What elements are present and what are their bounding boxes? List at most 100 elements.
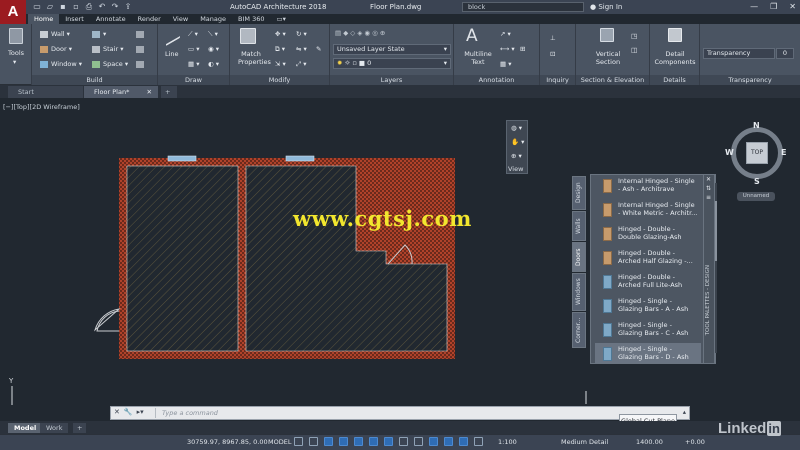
multiline-text-label[interactable]: Multiline Text	[458, 50, 498, 66]
vertical-section-label[interactable]: Vertical Section	[590, 50, 626, 66]
minimize-button[interactable]: —	[750, 2, 758, 11]
wall-tool[interactable]: Wall ▾	[40, 30, 70, 38]
section-elevation-panel-title[interactable]: Section & Elevation	[576, 75, 649, 85]
detail-components-label[interactable]: Detail Components	[654, 50, 696, 66]
tab-view[interactable]: View	[167, 14, 194, 24]
tools-label[interactable]: Tools	[8, 49, 24, 57]
move-icon[interactable]: ✥ ▾	[275, 30, 286, 38]
detail-components-icon[interactable]	[668, 28, 682, 42]
arc-icon[interactable]: ◉ ▾	[208, 45, 219, 53]
rectangle-icon[interactable]: ▭ ▾	[188, 45, 199, 53]
polyline-icon[interactable]: ⟋ ▾	[188, 30, 198, 38]
steering-wheel-icon[interactable]: ◍ ▾	[511, 124, 522, 132]
tab-manage[interactable]: Manage	[194, 14, 232, 24]
floor-plan[interactable]	[94, 155, 455, 359]
object-snap-tracking-icon[interactable]	[369, 437, 378, 446]
tab-insert[interactable]: Insert	[59, 14, 90, 24]
application-menu-button[interactable]: A	[0, 0, 26, 24]
tag-icon[interactable]: ⊞	[520, 45, 525, 53]
line-icon[interactable]	[166, 23, 180, 47]
close-tab-icon[interactable]: ✕	[147, 86, 152, 98]
line-label[interactable]: Line	[165, 50, 179, 58]
close-palette-icon[interactable]: ✕	[706, 176, 711, 184]
snap-icon[interactable]	[309, 437, 318, 446]
scale-icon[interactable]: ⤢ ▾	[296, 60, 307, 68]
stair-tool[interactable]: Stair ▾	[92, 45, 123, 53]
palette-tab-walls[interactable]: Walls	[572, 211, 586, 241]
door-tool[interactable]: Door ▾	[40, 45, 72, 53]
autohide-icon[interactable]: ⇅	[706, 185, 711, 193]
command-input[interactable]: Type a command	[155, 408, 675, 418]
3d-osnap-icon[interactable]	[444, 437, 453, 446]
display-detail-level[interactable]: Medium Detail	[561, 438, 608, 446]
window-1[interactable]	[167, 155, 197, 162]
share-icon[interactable]: ⇪	[123, 2, 133, 12]
customize-icon[interactable]: 🔧	[124, 408, 133, 416]
callout-icon[interactable]: ◫	[631, 46, 637, 54]
palette-properties-icon[interactable]: ≡	[706, 194, 711, 202]
transparency-slider[interactable]: Transparency	[703, 48, 775, 59]
coordinates-readout[interactable]: 30759.97, 8967.85, 0.00	[187, 438, 268, 446]
ellipse-icon[interactable]: ◐ ▾	[208, 60, 219, 68]
viewcube-top-face[interactable]: TOP	[746, 142, 768, 164]
grid-icon[interactable]	[294, 437, 303, 446]
palette-tab-design[interactable]: Design	[572, 176, 586, 210]
palette-item[interactable]: Hinged - Double - Arched Half Glazing -..…	[595, 247, 701, 270]
layers-panel-title[interactable]: Layers	[330, 75, 453, 85]
slab-tool[interactable]	[136, 45, 147, 53]
object-snap-icon[interactable]	[384, 437, 393, 446]
search-input[interactable]: block	[462, 2, 584, 12]
add-layout-button[interactable]: +	[73, 423, 87, 433]
match-properties-label[interactable]: Match Properties	[238, 50, 271, 66]
multiline-text-icon[interactable]: A	[466, 27, 478, 45]
chevron-down-icon[interactable]: ▾	[13, 58, 16, 66]
draw-panel-title[interactable]: Draw	[158, 75, 229, 85]
new-icon[interactable]: ▭	[32, 2, 42, 12]
match-properties-icon[interactable]	[240, 28, 256, 44]
tab-work[interactable]: Work	[40, 423, 69, 433]
column-tool[interactable]	[136, 60, 147, 68]
ortho-icon[interactable]	[324, 437, 333, 446]
palette-item[interactable]: Hinged - Double - Double Glazing-Ash	[595, 223, 701, 246]
rotate-icon[interactable]: ↻ ▾	[296, 30, 307, 38]
elevation-value[interactable]: +0.00	[685, 438, 705, 446]
palette-tab-corner[interactable]: Corner...	[572, 312, 586, 348]
save-icon[interactable]: ▪	[58, 2, 68, 12]
viewport-controls[interactable]: [−][Top][2D Wireframe]	[3, 103, 80, 111]
table-icon[interactable]: ▦ ▾	[500, 60, 511, 68]
tab-render[interactable]: Render	[132, 14, 167, 24]
palette-item[interactable]: Internal Hinged - Single - White Metric -…	[595, 199, 701, 222]
palette-titlebar[interactable]: ✕ ⇅ ≡ TOOL PALETTES - DESIGN	[703, 174, 715, 364]
tab-home[interactable]: Home	[28, 14, 60, 24]
erase-icon[interactable]: ✎	[316, 45, 321, 53]
roof-tool[interactable]	[136, 30, 147, 38]
global-cut-plane-value[interactable]: 1400.00	[636, 438, 663, 446]
inquiry-panel-title[interactable]: Inquiry	[540, 75, 575, 85]
close-command-icon[interactable]: ✕	[114, 408, 120, 416]
palette-item[interactable]: Hinged - Double - Arched Full Lite-Ash	[595, 271, 701, 294]
undo-icon[interactable]: ↶	[97, 2, 107, 12]
compass-north[interactable]: N	[753, 121, 760, 130]
redo-icon[interactable]: ↷	[110, 2, 120, 12]
palette-item[interactable]: Hinged - Single - Glazing Bars - A - Ash	[595, 295, 701, 318]
stretch-icon[interactable]: ⇲ ▾	[275, 60, 286, 68]
restore-button[interactable]: ❐	[770, 2, 777, 11]
annotation-visibility-icon[interactable]	[474, 437, 483, 446]
pan-icon[interactable]: ✋ ▾	[511, 138, 524, 146]
window-2[interactable]	[285, 155, 315, 162]
new-tab-button[interactable]: +	[161, 86, 177, 98]
vertical-section-icon[interactable]	[600, 28, 614, 42]
compass-south[interactable]: S	[754, 177, 760, 186]
tab-annotate[interactable]: Annotate	[90, 14, 132, 24]
zoom-icon[interactable]: ⊕ ▾	[511, 152, 522, 160]
palette-tab-windows[interactable]: Windows	[572, 273, 586, 311]
annotation-panel-title[interactable]: Annotation	[454, 75, 539, 85]
curtain-tool[interactable]: ▾	[92, 30, 106, 38]
polar-icon[interactable]	[339, 437, 348, 446]
dimension-icon[interactable]: ⟷ ▾	[500, 45, 515, 53]
recent-commands-icon[interactable]: ▸▾	[137, 408, 144, 416]
details-panel-title[interactable]: Details	[650, 75, 699, 85]
measure-icon[interactable]: ⊥	[550, 34, 556, 42]
annotation-scale[interactable]: 1:100	[498, 438, 517, 446]
ribbon-toggle-icon[interactable]: ▭▾	[270, 14, 291, 24]
